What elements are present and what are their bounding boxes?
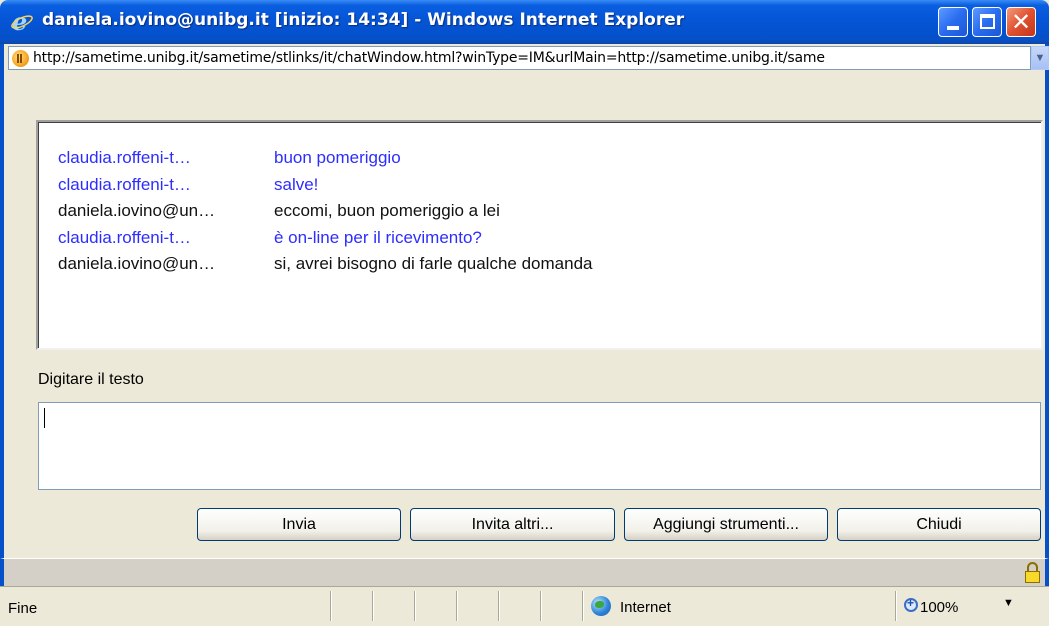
minimize-button[interactable] xyxy=(938,7,968,37)
message-text: è on-line per il ricevimento? xyxy=(274,228,482,247)
minimize-icon xyxy=(947,26,959,30)
security-strip xyxy=(0,558,1049,586)
zoom-level[interactable]: 100% xyxy=(920,599,958,616)
maximize-button[interactable] xyxy=(972,7,1002,37)
message-sender: claudia.roffeni-t… xyxy=(58,148,191,167)
maximize-icon xyxy=(980,14,995,29)
status-divider xyxy=(330,591,331,621)
address-field[interactable]: http://sametime.unibg.it/sametime/stlink… xyxy=(8,46,1031,70)
globe-icon xyxy=(591,596,611,616)
ie-logo-icon: e xyxy=(11,9,33,33)
message-text: salve! xyxy=(274,175,319,194)
status-bar: Fine Internet 100% ▼ xyxy=(0,586,1049,626)
close-window-button[interactable]: ✕ xyxy=(1006,7,1036,37)
status-divider xyxy=(456,591,457,621)
dropdown-arrow-icon: ▼ xyxy=(1034,52,1046,64)
address-bar: http://sametime.unibg.it/sametime/stlink… xyxy=(0,44,1049,72)
lock-icon[interactable] xyxy=(1023,562,1043,584)
chat-log[interactable]: claudia.roffeni-t… buon pomeriggio claud… xyxy=(36,120,1043,350)
close-icon: ✕ xyxy=(1010,8,1032,36)
add-tools-button[interactable]: Aggiungi strumenti... xyxy=(624,508,828,541)
message-text: si, avrei bisogno di farle qualche doman… xyxy=(274,254,593,273)
zoom-icon xyxy=(904,596,918,612)
status-divider xyxy=(372,591,373,621)
svg-text:e: e xyxy=(12,9,27,33)
page-icon xyxy=(12,50,29,67)
message-sender: claudia.roffeni-t… xyxy=(58,175,191,194)
status-text: Fine xyxy=(8,600,38,617)
security-zone[interactable]: Internet xyxy=(620,599,671,616)
chat-frame: claudia.roffeni-t… buon pomeriggio claud… xyxy=(0,72,1049,587)
message-sender: claudia.roffeni-t… xyxy=(58,228,191,247)
input-label: Digitare il testo xyxy=(38,371,144,388)
message-input[interactable] xyxy=(38,402,1041,490)
message-text: buon pomeriggio xyxy=(274,148,401,167)
message-sender: daniela.iovino@un… xyxy=(58,201,216,220)
status-divider xyxy=(582,591,583,621)
invite-others-button[interactable]: Invita altri... xyxy=(410,508,615,541)
close-chat-button[interactable]: Chiudi xyxy=(837,508,1041,541)
send-button[interactable]: Invia xyxy=(197,508,401,541)
message-text: eccomi, buon pomeriggio a lei xyxy=(274,201,500,220)
window-title: daniela.iovino@unibg.it [inizio: 14:34] … xyxy=(42,10,685,30)
lock-body xyxy=(1025,571,1040,583)
address-url[interactable]: http://sametime.unibg.it/sametime/stlink… xyxy=(33,50,825,66)
zoom-dropdown-icon[interactable]: ▼ xyxy=(1003,597,1014,609)
status-divider xyxy=(895,591,896,621)
title-bar[interactable]: e daniela.iovino@unibg.it [inizio: 14:34… xyxy=(0,0,1049,44)
status-divider xyxy=(414,591,415,621)
status-divider xyxy=(540,591,541,621)
message-sender: daniela.iovino@un… xyxy=(58,254,216,273)
status-divider xyxy=(498,591,499,621)
text-caret xyxy=(44,408,45,428)
address-dropdown-button[interactable]: ▼ xyxy=(1031,46,1049,70)
